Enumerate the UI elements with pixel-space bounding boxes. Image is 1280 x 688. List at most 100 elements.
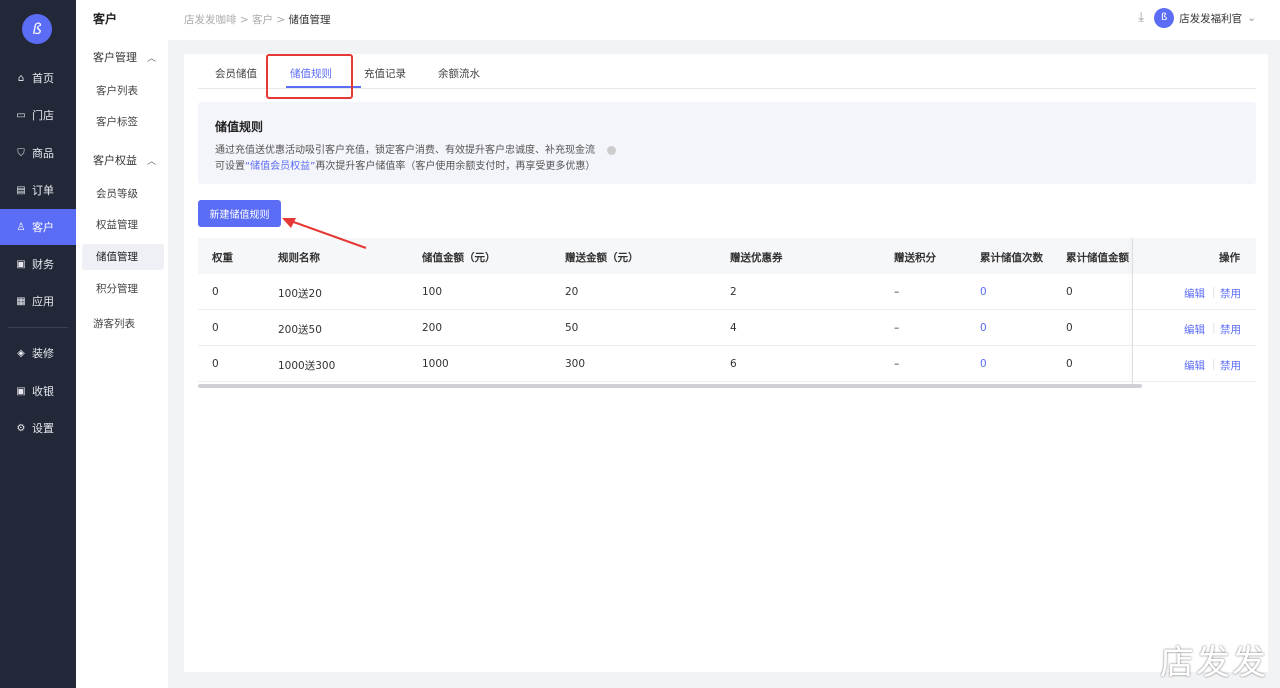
table-row: 0 1000送300 1000 300 6 – 0 0 编辑 | 禁用 xyxy=(198,346,1256,382)
nav-icon: ▣ xyxy=(16,385,26,397)
table-cell: 0 xyxy=(1066,358,1073,370)
sidebar-item[interactable]: ▦ 应用 xyxy=(0,283,76,319)
disable-link[interactable]: 禁用 xyxy=(1220,358,1241,373)
crumb-customer[interactable]: 客户 xyxy=(252,14,273,26)
disable-link[interactable]: 禁用 xyxy=(1220,322,1241,337)
sidebar-item[interactable]: ▭ 门店 xyxy=(0,97,76,133)
info-title: 储值规则 xyxy=(215,120,264,134)
sidebar-item[interactable]: ▣ 收银 xyxy=(0,373,76,409)
subnav-visitor-list[interactable]: 游客列表 xyxy=(79,311,161,337)
subnav-stored-value[interactable]: 储值管理 xyxy=(82,244,164,270)
table-cell: 0 xyxy=(212,358,219,370)
breadcrumb: 店发发咖啡 > 客户 > 储值管理 xyxy=(184,14,331,26)
table-cell: 0 xyxy=(212,286,219,298)
new-rule-button[interactable]: 新建储值规则 xyxy=(198,200,281,227)
rules-table: 权重 规则名称 储值金额（元） 赠送金额（元） 赠送优惠券 赠送积分 累计储值次数 累计储值金… xyxy=(198,238,1256,388)
subnav-benefits[interactable]: 权益管理 xyxy=(82,212,164,238)
help-icon[interactable] xyxy=(607,145,616,155)
sidebar-item[interactable]: ♙ 客户 xyxy=(0,209,76,245)
edit-link[interactable]: 编辑 xyxy=(1184,322,1205,337)
nav-icon: ♙ xyxy=(16,221,26,233)
table-cell: 0 xyxy=(1066,286,1073,298)
main-sidebar: ß ⌂ 首页 ▭ 门店 ⛉ 商品 ▤ 订单 ♙ 客户 ▣ 财务 ▦ 应用 ◈ 装修 ▣ 收银 ⚙ 设置 xyxy=(0,0,76,688)
info-text: 通过充值送优惠活动吸引客户充值，锁定客户消费、有效提升客户忠诚度、补充现金流 xyxy=(215,145,595,156)
chevron-down-icon: ⌄ xyxy=(1247,12,1256,24)
edit-link[interactable]: 编辑 xyxy=(1184,358,1205,373)
table-cell: 储值金额（元） xyxy=(422,252,496,264)
table-row: 0 200送50 200 50 4 – 0 0 编辑 | 禁用 xyxy=(198,310,1256,346)
nav-icon: ⛉ xyxy=(17,147,25,159)
content-card: 会员储值 储值规则 充值记录 余额流水 储值规则 通过充值送优惠活动吸引客户充值… xyxy=(184,54,1268,672)
subnav-customer-list[interactable]: 客户列表 xyxy=(82,78,164,104)
sidebar-item[interactable]: ⛉ 商品 xyxy=(0,135,76,171)
sidebar-item-label: 客户 xyxy=(32,221,54,234)
divider xyxy=(8,327,68,328)
nav-icon: ◈ xyxy=(17,347,25,359)
info-line-2: 可设置“储值会员权益”再次提升客户储值率（客户使用余额支付时，再享受更多优惠） xyxy=(215,157,595,172)
group-customer-management[interactable]: 客户管理 ︿ xyxy=(93,49,156,65)
sub-sidebar-title: 客户 xyxy=(93,12,118,26)
crumb-current: 储值管理 xyxy=(288,14,331,26)
user-name: 店发发福利官 xyxy=(1179,12,1243,25)
info-panel: 储值规则 通过充值送优惠活动吸引客户充值，锁定客户消费、有效提升客户忠诚度、补充… xyxy=(198,102,1256,184)
nav-icon: ⚙ xyxy=(16,422,26,434)
nav-icon: ▦ xyxy=(16,295,26,307)
sidebar-item[interactable]: ◈ 装修 xyxy=(0,335,76,371)
member-benefits-link[interactable]: “储值会员权益” xyxy=(245,161,315,172)
disable-link[interactable]: 禁用 xyxy=(1220,286,1241,301)
tab-member-stored-value[interactable]: 会员储值 xyxy=(215,66,257,81)
table-cell: 操作 xyxy=(1219,252,1240,264)
tabs: 会员储值 储值规则 充值记录 余额流水 xyxy=(198,54,1256,89)
watermark: 店发发 xyxy=(1160,643,1268,683)
brand-logo: ß xyxy=(22,14,52,44)
table-cell: 1000 xyxy=(422,358,449,370)
avatar: ß xyxy=(1154,8,1175,28)
download-icon[interactable]: ⤓ xyxy=(1138,10,1144,25)
table-cell: 100 xyxy=(422,286,443,298)
edit-link[interactable]: 编辑 xyxy=(1184,286,1205,301)
sidebar-item-label: 设置 xyxy=(32,422,54,435)
tab-recharge-records[interactable]: 充值记录 xyxy=(364,66,406,81)
table-cell: 累计储值次数 xyxy=(980,252,1043,264)
table-cell: 权重 xyxy=(212,252,233,264)
table-cell[interactable]: 0 xyxy=(980,358,987,370)
table-cell: – xyxy=(894,286,900,298)
highlight-annotation xyxy=(266,54,353,99)
table-cell[interactable]: 0 xyxy=(980,286,987,298)
table-cell: 1000送300 xyxy=(278,360,336,372)
nav-icon: ▣ xyxy=(16,258,26,270)
info-text: 再次提升客户储值率（客户使用余额支付时，再享受更多优惠） xyxy=(315,161,596,172)
subnav-customer-tags[interactable]: 客户标签 xyxy=(82,109,164,135)
table-cell: 6 xyxy=(730,358,737,370)
sidebar-item-label: 财务 xyxy=(32,258,54,271)
table-cell: – xyxy=(894,322,900,334)
divider: | xyxy=(1212,322,1216,334)
table-cell: 赠送积分 xyxy=(894,252,936,264)
chevron-up-icon: ︿ xyxy=(147,54,157,64)
crumb-store[interactable]: 店发发咖啡 xyxy=(184,14,237,26)
subnav-points[interactable]: 积分管理 xyxy=(82,276,164,302)
tab-balance-flow[interactable]: 余额流水 xyxy=(438,66,480,81)
nav-icon: ▤ xyxy=(16,184,26,196)
sidebar-item[interactable]: ⌂ 首页 xyxy=(0,60,76,96)
table-cell: 300 xyxy=(565,358,586,370)
subnav-member-level[interactable]: 会员等级 xyxy=(82,181,164,207)
user-menu[interactable]: ß 店发发福利官 ⌄ xyxy=(1154,8,1256,28)
sidebar-item[interactable]: ▣ 财务 xyxy=(0,246,76,282)
group-label: 客户管理 xyxy=(93,51,137,64)
table-cell: 2 xyxy=(730,286,737,298)
group-label: 客户权益 xyxy=(93,154,137,167)
top-bar: 店发发咖啡 > 客户 > 储值管理 ⤓ ß 店发发福利官 ⌄ xyxy=(168,0,1280,40)
sidebar-item-label: 收银 xyxy=(32,385,54,398)
sidebar-item[interactable]: ▤ 订单 xyxy=(0,172,76,208)
nav-icon: ⌂ xyxy=(17,72,25,84)
sidebar-item-label: 应用 xyxy=(32,295,54,308)
group-customer-benefits[interactable]: 客户权益 ︿ xyxy=(93,152,156,168)
table-cell: 累计储值金额 xyxy=(1066,252,1129,264)
table-cell: 20 xyxy=(565,286,579,298)
sidebar-item[interactable]: ⚙ 设置 xyxy=(0,410,76,446)
table-cell: 赠送金额（元） xyxy=(565,252,639,264)
table-cell[interactable]: 0 xyxy=(980,322,987,334)
horizontal-scrollbar[interactable] xyxy=(198,384,1142,388)
table-cell: 100送20 xyxy=(278,288,322,300)
